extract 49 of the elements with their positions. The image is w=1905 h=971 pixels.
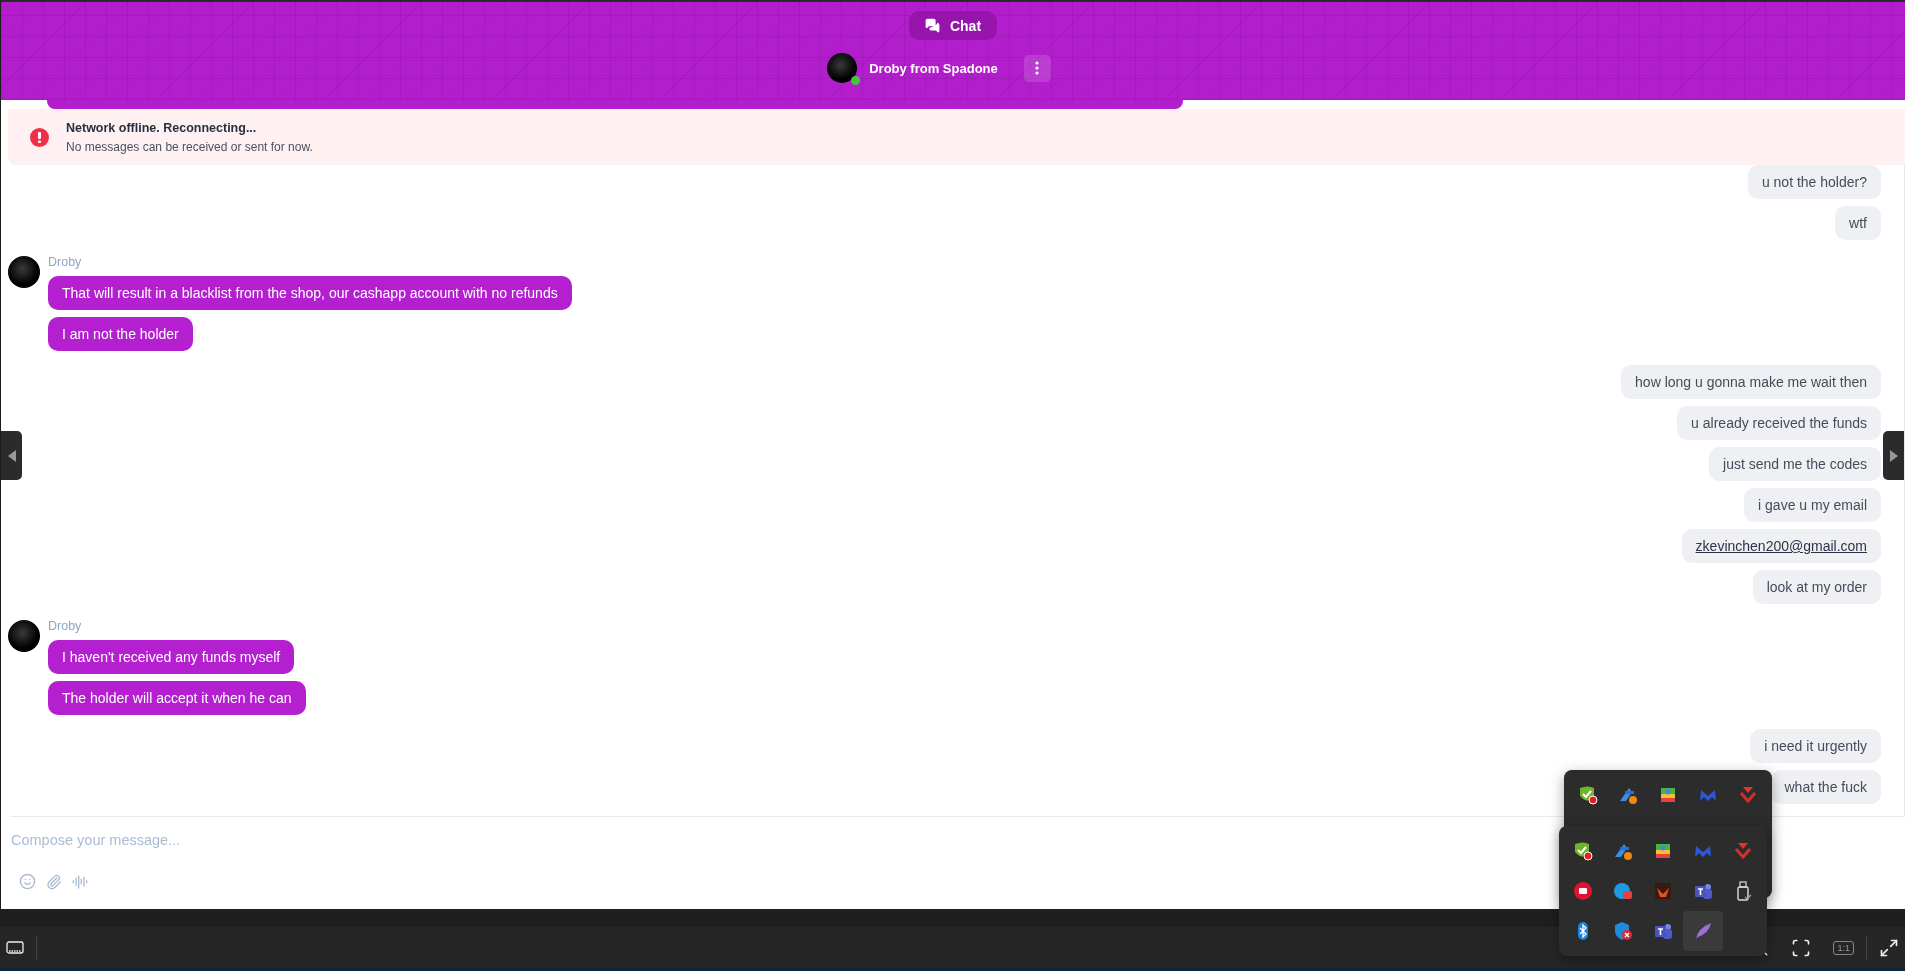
message-bubble: The holder will accept it when he can — [48, 681, 306, 715]
chevron-down-icon — [1732, 840, 1754, 862]
dark-square-icon — [1652, 880, 1674, 902]
email-link[interactable]: zkevinchen200@gmail.com — [1681, 529, 1881, 563]
chat-bubbles-icon — [924, 18, 940, 33]
message-bubble: what the fuck — [1770, 770, 1881, 804]
message-bubble: how long u gonna make me wait then — [1621, 365, 1881, 399]
check-badge-icon — [1577, 784, 1599, 806]
message-bubble: just send me the codes — [1709, 447, 1881, 481]
left-triangle-icon — [7, 449, 16, 462]
message-input[interactable]: Compose your message... — [11, 829, 611, 851]
keyboard-icon — [6, 940, 24, 955]
message-bubble: look at my order — [1752, 570, 1881, 604]
message-bubble: i gave u my email — [1744, 488, 1881, 522]
message-bubble: u already received the funds — [1677, 406, 1881, 440]
more-icon — [1035, 61, 1040, 75]
round-badge-app-icon — [1612, 880, 1634, 902]
chat-tab[interactable]: Chat — [908, 11, 998, 40]
message-bubble: wtf — [1835, 206, 1881, 240]
avatar — [8, 620, 40, 652]
chevron-down-icon — [1737, 784, 1759, 806]
avatar — [827, 53, 858, 83]
shield-x-icon — [1612, 920, 1634, 942]
check-badge-icon — [1572, 840, 1594, 862]
alert-icon — [30, 127, 49, 147]
contact-name: Droby from Spadone — [869, 60, 998, 76]
avatar — [8, 256, 40, 288]
previous-button[interactable] — [1, 431, 22, 480]
smiley-icon — [19, 873, 36, 890]
message-bubble: I am not the holder — [48, 317, 193, 351]
paperclip-icon — [46, 873, 62, 890]
message-bubble: That will result in a blacklist from the shop, our cashapp account with no refunds — [48, 276, 572, 310]
alert-title: Network offline. Reconnecting... — [66, 120, 258, 135]
actual-size-button[interactable]: 1:1 — [1833, 940, 1854, 955]
sender-name: Droby — [48, 618, 83, 634]
message-bubble: u not the holder? — [1747, 165, 1881, 199]
message-bubble: i need it urgently — [1750, 729, 1881, 763]
expand-button[interactable] — [1879, 937, 1899, 958]
sender-name: Droby — [48, 254, 83, 270]
next-button[interactable] — [1883, 431, 1904, 480]
alert-message: No messages can be received or sent for now. — [66, 139, 313, 154]
right-triangle-icon — [1889, 449, 1898, 462]
expand-icon — [1879, 937, 1899, 958]
keyboard-button[interactable] — [6, 940, 24, 955]
message-bubble: I haven't received any funds myself — [48, 640, 295, 674]
audio-lines-icon — [72, 873, 88, 890]
fit-screen-icon — [1791, 937, 1812, 958]
fit-screen-button[interactable] — [1791, 937, 1812, 958]
round-app-icon — [1572, 880, 1594, 902]
